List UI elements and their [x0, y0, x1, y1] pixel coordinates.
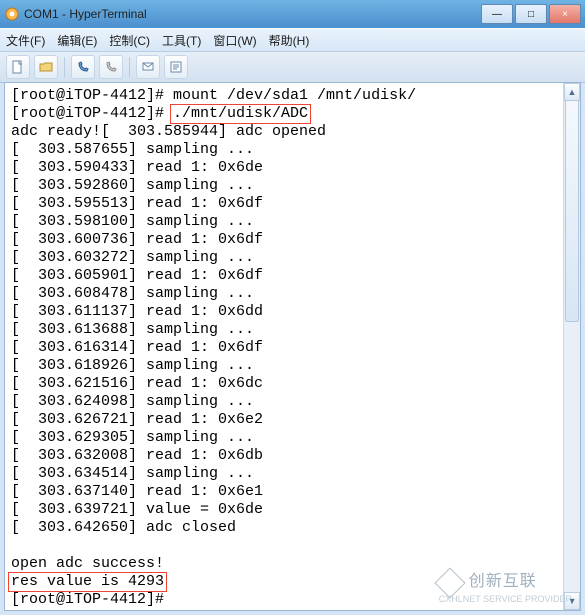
log-line: [ 303.618926] sampling ... [11, 357, 254, 374]
toolbar-open[interactable] [34, 55, 58, 79]
close-icon: × [562, 9, 568, 20]
log-line: [ 303.639721] value = 0x6de [11, 501, 263, 518]
app-icon [4, 6, 20, 22]
scroll-thumb[interactable] [565, 100, 579, 322]
window-title: COM1 - HyperTerminal [24, 7, 479, 21]
toolbar-separator [129, 57, 130, 77]
log-line: [ 303.595513] read 1: 0x6df [11, 195, 263, 212]
prompt: [root@iTOP-4412]# [11, 591, 173, 608]
titlebar[interactable]: COM1 - HyperTerminal — □ × [0, 0, 585, 28]
log-line: adc ready![ 303.585944] adc opened [11, 123, 326, 140]
log-line: [ 303.603272] sampling ... [11, 249, 254, 266]
log-line: [ 303.621516] read 1: 0x6dc [11, 375, 263, 392]
vertical-scrollbar[interactable]: ▲ ▼ [563, 83, 580, 610]
menu-edit[interactable]: 编辑(E) [57, 32, 97, 49]
chevron-up-icon: ▲ [568, 87, 577, 97]
log-line: [ 303.598100] sampling ... [11, 213, 254, 230]
prompt: [root@iTOP-4412]# [11, 87, 173, 104]
menubar: 文件(F) 编辑(E) 控制(C) 工具(T) 窗口(W) 帮助(H) [0, 28, 585, 52]
terminal-pane: [root@iTOP-4412]# mount /dev/sda1 /mnt/u… [4, 82, 581, 611]
maximize-button[interactable]: □ [515, 4, 547, 24]
scroll-up-button[interactable]: ▲ [564, 83, 580, 101]
menu-file[interactable]: 文件(F) [6, 32, 45, 49]
app-window: COM1 - HyperTerminal — □ × 文件(F) 编辑(E) 控… [0, 0, 585, 615]
new-doc-icon [11, 60, 25, 74]
toolbar-disconnect[interactable] [99, 55, 123, 79]
phone-connect-icon [76, 60, 90, 74]
log-line: [ 303.626721] read 1: 0x6e2 [11, 411, 263, 428]
log-line: [ 303.629305] sampling ... [11, 429, 254, 446]
minimize-button[interactable]: — [481, 4, 513, 24]
terminal-output[interactable]: [root@iTOP-4412]# mount /dev/sda1 /mnt/u… [5, 83, 580, 611]
properties-icon [169, 60, 183, 74]
log-line: [ 303.605901] read 1: 0x6df [11, 267, 263, 284]
toolbar-new[interactable] [6, 55, 30, 79]
minimize-icon: — [492, 9, 502, 20]
log-line: [ 303.616314] read 1: 0x6df [11, 339, 263, 356]
log-line: [ 303.587655] sampling ... [11, 141, 254, 158]
toolbar-connect[interactable] [71, 55, 95, 79]
log-line: [ 303.592860] sampling ... [11, 177, 254, 194]
send-icon [141, 60, 155, 74]
watermark: 创新互联 CXHLNET SERVICE PROVIDER [439, 567, 572, 604]
toolbar [0, 52, 585, 83]
close-button[interactable]: × [549, 4, 581, 24]
highlighted-result: res value is 4293 [8, 572, 167, 592]
log-line: [ 303.611137] read 1: 0x6dd [11, 303, 263, 320]
phone-disconnect-icon [104, 60, 118, 74]
log-line: [ 303.642650] adc closed [11, 519, 236, 536]
log-line: [ 303.600736] read 1: 0x6df [11, 231, 263, 248]
menu-control[interactable]: 控制(C) [109, 32, 150, 49]
log-line: [ 303.613688] sampling ... [11, 321, 254, 338]
prompt: [root@iTOP-4412]# [11, 105, 173, 122]
watermark-subtext: CXHLNET SERVICE PROVIDER [439, 594, 572, 604]
toolbar-separator [64, 57, 65, 77]
menu-tools[interactable]: 工具(T) [162, 32, 201, 49]
window-buttons: — □ × [479, 4, 581, 24]
log-line: [ 303.590433] read 1: 0x6de [11, 159, 263, 176]
menu-help[interactable]: 帮助(H) [269, 32, 310, 49]
toolbar-send[interactable] [136, 55, 160, 79]
watermark-text: 创新互联 [469, 573, 537, 590]
log-line: [ 303.608478] sampling ... [11, 285, 254, 302]
toolbar-properties[interactable] [164, 55, 188, 79]
log-line: open adc success! [11, 555, 164, 572]
maximize-icon: □ [528, 9, 534, 20]
log-line: [ 303.637140] read 1: 0x6e1 [11, 483, 263, 500]
log-line: [ 303.632008] read 1: 0x6db [11, 447, 263, 464]
open-folder-icon [39, 60, 53, 74]
highlighted-command: ./mnt/udisk/ADC [170, 104, 311, 124]
log-line: [ 303.624098] sampling ... [11, 393, 254, 410]
menu-window[interactable]: 窗口(W) [213, 32, 256, 49]
log-line: [ 303.634514] sampling ... [11, 465, 254, 482]
command-text: mount /dev/sda1 /mnt/udisk/ [173, 87, 416, 104]
